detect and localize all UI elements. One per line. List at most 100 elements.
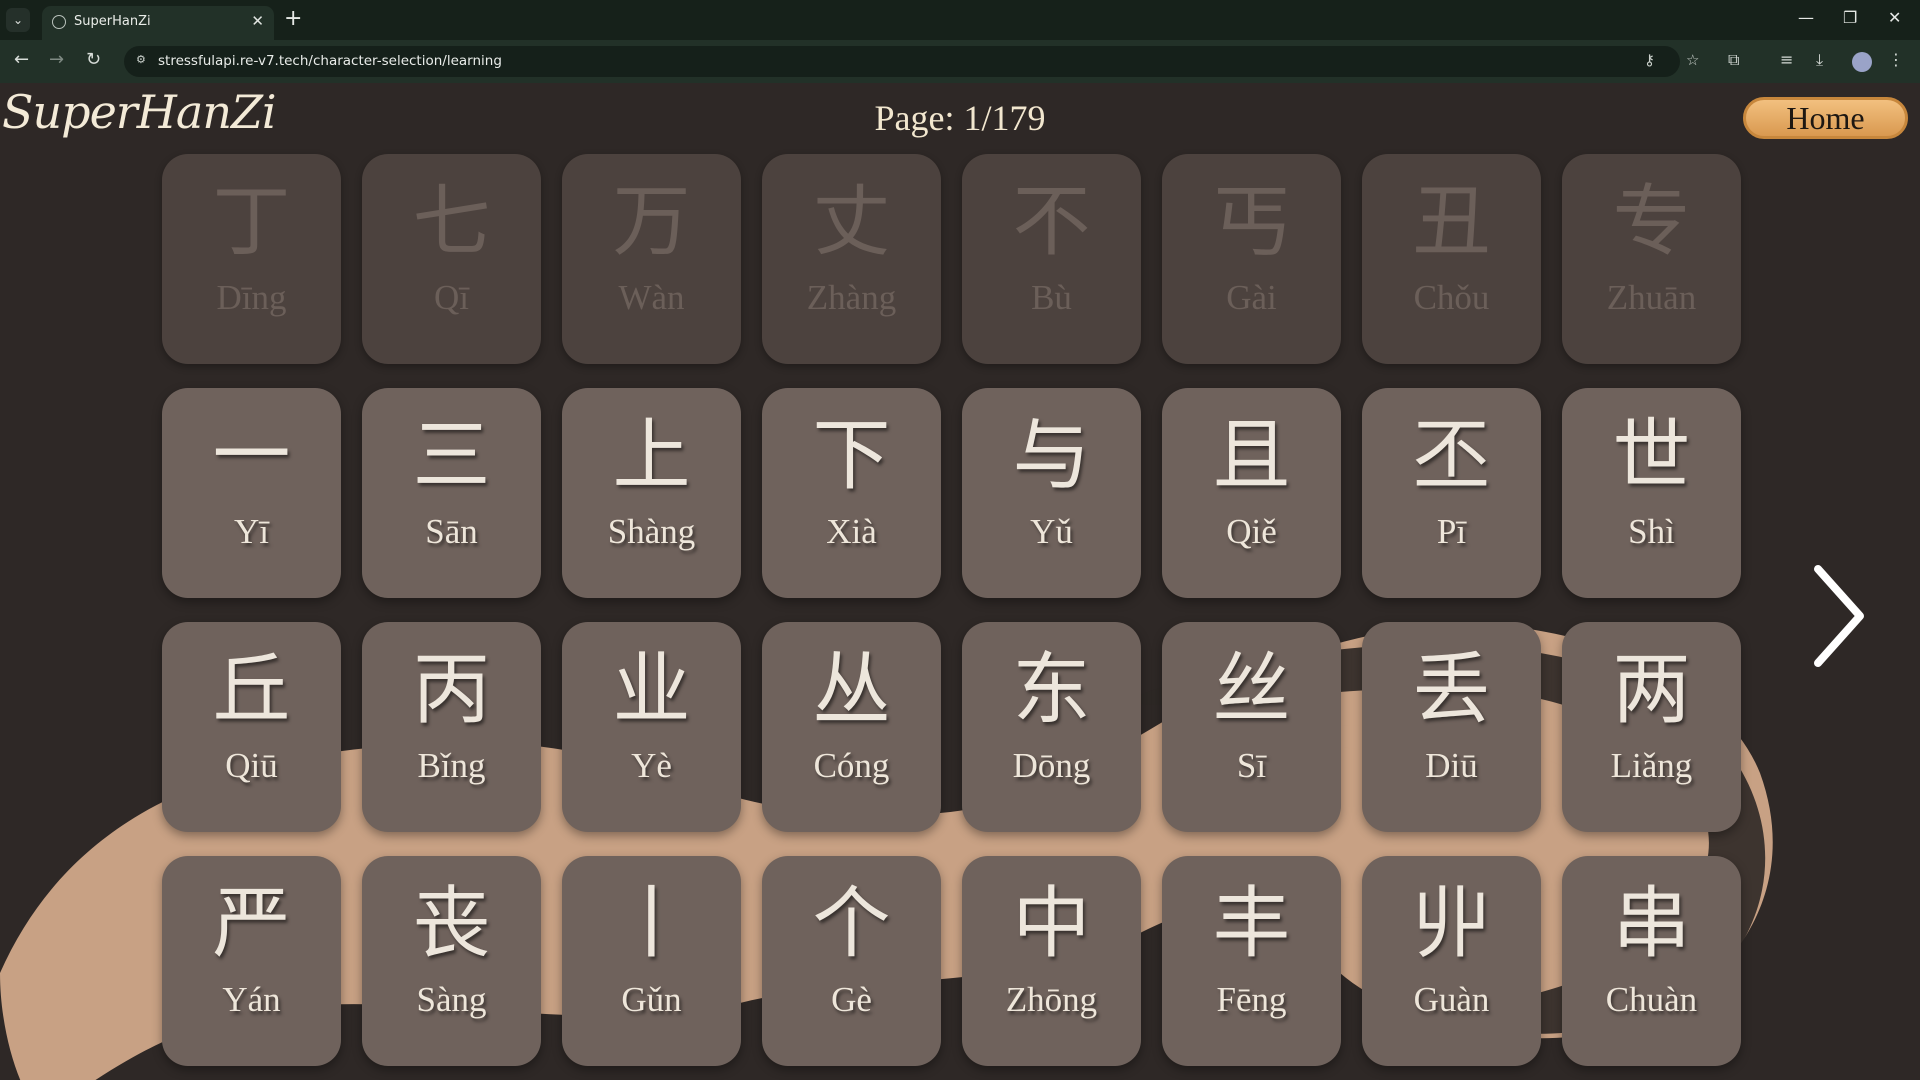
pinyin-label: Cóng xyxy=(813,746,890,785)
bookmark-star-icon[interactable]: ☆ xyxy=(1686,51,1699,69)
menu-icon[interactable]: ⋮ xyxy=(1888,50,1904,69)
character-card[interactable]: 三 Sān xyxy=(362,388,541,598)
pinyin-label: Bù xyxy=(1031,278,1072,317)
next-page-arrow-icon[interactable] xyxy=(1808,561,1868,671)
hanzi-glyph: 中 xyxy=(1012,879,1091,969)
pinyin-label: Zhuān xyxy=(1606,278,1697,317)
hanzi-glyph: 一 xyxy=(212,411,291,501)
character-card[interactable]: 下 Xià xyxy=(762,388,941,598)
hanzi-glyph: 与 xyxy=(1012,411,1091,501)
page-content: SuperHanZi Page: 1/179 Home 丁 Dīng 七 Qī 万 Wàn… xyxy=(0,83,1920,1080)
hanzi-glyph: 且 xyxy=(1212,411,1291,501)
character-card[interactable]: 丢 Diū xyxy=(1362,622,1541,832)
browser-tab-strip: ⌄ SuperHanZi ✕ + — ❐ ✕ xyxy=(0,0,1920,40)
new-tab-icon[interactable]: + xyxy=(284,6,302,31)
hanzi-glyph: 丕 xyxy=(1412,411,1491,501)
restore-icon[interactable]: ❐ xyxy=(1843,8,1857,27)
character-card[interactable]: 上 Shàng xyxy=(562,388,741,598)
download-icon[interactable]: ⤓ xyxy=(1816,50,1823,70)
character-card[interactable]: 丰 Fēng xyxy=(1162,856,1341,1066)
hanzi-glyph: 丝 xyxy=(1212,645,1291,735)
hanzi-glyph: 串 xyxy=(1612,879,1691,969)
pinyin-label: Xià xyxy=(826,512,877,551)
character-card[interactable]: 世 Shì xyxy=(1562,388,1741,598)
pinyin-label: Qī xyxy=(434,278,469,317)
pinyin-label: Diū xyxy=(1425,746,1478,785)
hanzi-glyph: 丧 xyxy=(412,879,491,969)
url-text: stressfulapi.re-v7.tech/character-select… xyxy=(158,53,502,69)
character-card: 丑 Chǒu xyxy=(1362,154,1541,364)
character-grid: 丁 Dīng 七 Qī 万 Wàn 丈 Zhàng 不 Bù 丐 Gài 丑 Chǒu 专 Zhuān 一 Yī 三… xyxy=(162,154,1741,1066)
character-card[interactable]: 业 Yè xyxy=(562,622,741,832)
tab-search-chevron-icon[interactable]: ⌄ xyxy=(6,8,30,32)
pinyin-label: Yè xyxy=(631,746,672,785)
pinyin-label: Pī xyxy=(1436,512,1467,551)
password-key-icon[interactable]: ⚷ xyxy=(1644,51,1655,69)
character-card[interactable]: 且 Qiě xyxy=(1162,388,1341,598)
character-card: 专 Zhuān xyxy=(1562,154,1741,364)
character-card[interactable]: 严 Yán xyxy=(162,856,341,1066)
character-card[interactable]: 中 Zhōng xyxy=(962,856,1141,1066)
pinyin-label: Gài xyxy=(1226,278,1277,317)
profile-avatar[interactable] xyxy=(1852,52,1872,72)
address-bar[interactable]: ⚙ stressfulapi.re-v7.tech/character-sele… xyxy=(124,46,1699,77)
character-card[interactable]: 东 Dōng xyxy=(962,622,1141,832)
page-indicator: Page: 1/179 xyxy=(874,98,1046,138)
window-close-icon[interactable]: ✕ xyxy=(1888,8,1901,27)
hanzi-glyph: 丨 xyxy=(612,879,691,969)
character-card[interactable]: 两 Liǎng xyxy=(1562,622,1741,832)
hanzi-glyph: 业 xyxy=(612,645,691,735)
media-icon[interactable]: ≡ xyxy=(1780,50,1793,69)
hanzi-glyph: 丈 xyxy=(812,177,891,267)
back-icon[interactable]: ← xyxy=(14,49,29,70)
browser-tab[interactable]: SuperHanZi ✕ xyxy=(42,6,274,40)
home-button[interactable]: Home xyxy=(1743,97,1908,139)
character-card[interactable]: 丕 Pī xyxy=(1362,388,1541,598)
character-card: 丈 Zhàng xyxy=(762,154,941,364)
character-card[interactable]: 一 Yī xyxy=(162,388,341,598)
hanzi-glyph: 丘 xyxy=(212,645,291,735)
pinyin-label: Wàn xyxy=(618,278,685,317)
hanzi-glyph: 专 xyxy=(1612,177,1691,267)
pinyin-label: Fēng xyxy=(1216,980,1287,1019)
hanzi-glyph: 上 xyxy=(612,411,691,501)
character-card[interactable]: 丙 Bǐng xyxy=(362,622,541,832)
hanzi-glyph: 下 xyxy=(812,411,891,501)
close-tab-icon[interactable]: ✕ xyxy=(251,12,264,30)
character-card[interactable]: 丘 Qiū xyxy=(162,622,341,832)
pinyin-label: Liǎng xyxy=(1610,746,1693,785)
hanzi-glyph: 丑 xyxy=(1412,177,1491,267)
forward-icon[interactable]: → xyxy=(49,49,64,70)
character-card: 丐 Gài xyxy=(1162,154,1341,364)
reload-icon[interactable]: ↻ xyxy=(86,49,101,70)
pinyin-label: Sī xyxy=(1236,746,1267,785)
pinyin-label: Chǒu xyxy=(1413,278,1490,317)
character-card[interactable]: 丱 Guàn xyxy=(1362,856,1541,1066)
extensions-icon[interactable]: ⧉ xyxy=(1728,50,1739,70)
character-card[interactable]: 个 Gè xyxy=(762,856,941,1066)
character-card[interactable]: 丧 Sàng xyxy=(362,856,541,1066)
character-card[interactable]: 丨 Gǔn xyxy=(562,856,741,1066)
minimize-icon[interactable]: — xyxy=(1798,8,1814,27)
character-card: 万 Wàn xyxy=(562,154,741,364)
pinyin-label: Dīng xyxy=(216,278,287,317)
pinyin-label: Yán xyxy=(222,980,281,1019)
pinyin-label: Sān xyxy=(425,512,478,551)
pinyin-label: Zhàng xyxy=(806,278,897,317)
hanzi-glyph: 世 xyxy=(1612,411,1691,501)
pinyin-label: Shàng xyxy=(607,512,696,551)
globe-icon xyxy=(52,15,66,29)
tab-title: SuperHanZi xyxy=(74,14,151,29)
pinyin-label: Zhōng xyxy=(1005,980,1098,1019)
pinyin-label: Qiě xyxy=(1226,512,1277,551)
character-card[interactable]: 丝 Sī xyxy=(1162,622,1341,832)
hanzi-glyph: 两 xyxy=(1612,645,1691,735)
character-card[interactable]: 串 Chuàn xyxy=(1562,856,1741,1066)
character-card[interactable]: 与 Yǔ xyxy=(962,388,1141,598)
hanzi-glyph: 丛 xyxy=(812,645,891,735)
hanzi-glyph: 七 xyxy=(412,177,491,267)
character-card: 不 Bù xyxy=(962,154,1141,364)
hanzi-glyph: 丁 xyxy=(212,177,291,267)
site-info-icon[interactable]: ⚙ xyxy=(136,53,150,67)
character-card[interactable]: 丛 Cóng xyxy=(762,622,941,832)
